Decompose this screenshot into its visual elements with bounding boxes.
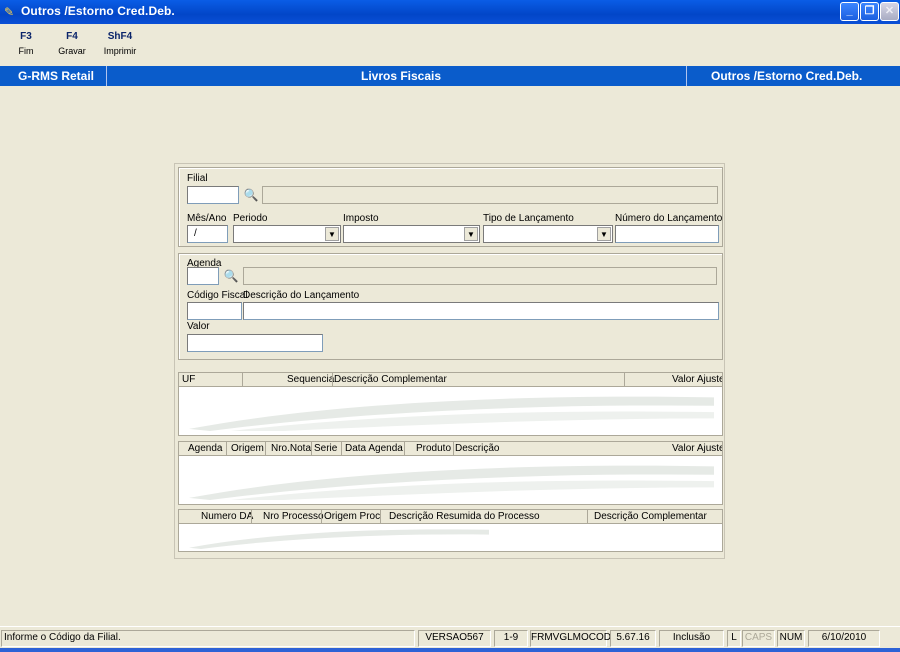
chevron-down-icon[interactable]: ▼ <box>597 227 611 241</box>
periodo-select[interactable]: ▼ <box>233 225 341 243</box>
column-header[interactable]: Data Agenda <box>345 443 403 454</box>
filial-name-display <box>262 186 718 204</box>
fkey-code: F3 <box>20 31 32 42</box>
binoculars-icon[interactable]: 🔍 <box>220 267 242 285</box>
mes-ano-label: Mês/Ano <box>187 213 227 224</box>
grid-header: UF Sequencia Descrição Complementar Valo… <box>179 373 722 387</box>
filial-label: Filial <box>187 173 208 184</box>
status-form-code: FRMVGLMOCOD <box>530 630 611 647</box>
filial-input[interactable] <box>187 186 239 204</box>
column-header[interactable]: Nro.Nota <box>271 443 311 454</box>
chevron-down-icon[interactable]: ▼ <box>325 227 339 241</box>
screen-name: Outros /Estorno Cred.Deb. <box>711 69 863 83</box>
module-header: G-RMS Retail Livros Fiscais Outros /Esto… <box>0 66 900 86</box>
column-header[interactable]: Valor Ajuste <box>672 374 722 385</box>
column-header[interactable]: UF <box>182 374 195 385</box>
lancamento-group: Agenda 🔍 Código Fiscal Descrição do Lanç… <box>178 253 723 360</box>
grid-header: Agenda Origem Nro.Nota Serie Data Agenda… <box>179 442 722 456</box>
grid-header: Numero DA Nro Processo Origem Proc Descr… <box>179 510 722 524</box>
valor-input[interactable] <box>187 334 323 352</box>
main-area: Filial 🔍 Mês/Ano Periodo Imposto Tipo de… <box>0 86 900 626</box>
descricao-lancamento-input[interactable] <box>243 302 719 320</box>
binoculars-icon[interactable]: 🔍 <box>240 186 262 204</box>
uf-grid[interactable]: UF Sequencia Descrição Complementar Valo… <box>178 372 723 436</box>
status-build: 5.67.16 <box>610 630 656 647</box>
fkey-gravar[interactable]: F4 Gravar <box>52 31 92 56</box>
column-header[interactable]: Descrição <box>455 443 499 454</box>
fkey-fim[interactable]: F3 Fim <box>6 31 46 56</box>
status-range: 1-9 <box>494 630 528 647</box>
close-button[interactable]: ✕ <box>880 2 899 21</box>
watermark-swoosh <box>189 529 489 549</box>
minimize-button[interactable]: _ <box>840 2 859 21</box>
chevron-down-icon[interactable]: ▼ <box>464 227 478 241</box>
numero-lancamento-label: Número do Lançamento <box>615 213 723 224</box>
fkey-label: Gravar <box>58 46 86 56</box>
periodo-label: Periodo <box>233 213 268 224</box>
column-header[interactable]: Agenda <box>188 443 222 454</box>
header-divider <box>686 66 687 86</box>
column-header[interactable]: Descrição Complementar <box>334 374 447 385</box>
app-icon: ✎ <box>4 5 15 19</box>
agenda-grid[interactable]: Agenda Origem Nro.Nota Serie Data Agenda… <box>178 441 723 505</box>
fkey-code: ShF4 <box>107 31 133 42</box>
column-header[interactable]: Nro Processo <box>263 511 324 522</box>
status-message: Informe o Código da Filial. <box>1 630 415 647</box>
agenda-name-display <box>243 267 717 285</box>
watermark-swoosh <box>189 465 714 500</box>
restore-button[interactable]: ❐ <box>860 2 879 21</box>
fkey-code: F4 <box>66 31 78 42</box>
numero-lancamento-input[interactable] <box>615 225 719 243</box>
column-header[interactable]: Produto <box>416 443 451 454</box>
status-date: 6/10/2010 <box>808 630 880 647</box>
system-name: G-RMS Retail <box>18 69 95 83</box>
imposto-select[interactable]: ▼ <box>343 225 480 243</box>
column-header[interactable]: Valor Ajuste <box>672 443 722 454</box>
status-mode: Inclusão <box>659 630 724 647</box>
descricao-lancamento-label: Descrição do Lançamento <box>243 290 360 301</box>
column-header[interactable]: Serie <box>314 443 337 454</box>
form-panel: Filial 🔍 Mês/Ano Periodo Imposto Tipo de… <box>174 163 725 559</box>
column-header[interactable]: Descrição Resumida do Processo <box>389 511 540 522</box>
header-divider <box>106 66 107 86</box>
title-bar: ✎ Outros /Estorno Cred.Deb. _ ❐ ✕ <box>0 0 900 24</box>
imposto-label: Imposto <box>343 213 379 224</box>
function-key-bar: F3 Fim F4 Gravar ShF4 Imprimir <box>0 24 900 66</box>
valor-label: Valor <box>187 321 210 332</box>
watermark-swoosh <box>189 396 714 431</box>
taskbar-strip <box>0 648 900 652</box>
column-header[interactable]: Numero DA <box>201 511 253 522</box>
fkey-label: Imprimir <box>103 46 137 56</box>
status-bar: Informe o Código da Filial. VERSAO567 1-… <box>0 626 900 648</box>
column-header[interactable]: Origem Proc <box>324 511 380 522</box>
fkey-imprimir[interactable]: ShF4 Imprimir <box>100 31 140 56</box>
status-l-indicator: L <box>727 630 741 647</box>
agenda-input[interactable] <box>187 267 219 285</box>
column-header[interactable]: Descrição Complementar <box>594 511 707 522</box>
num-lock-indicator: NUM <box>777 630 805 647</box>
column-header[interactable]: Origem <box>231 443 264 454</box>
fkey-label: Fim <box>18 46 34 56</box>
caps-lock-indicator: CAPS <box>742 630 775 647</box>
codigo-fiscal-label: Código Fiscal <box>187 290 248 301</box>
codigo-fiscal-input[interactable] <box>187 302 242 320</box>
window-title: Outros /Estorno Cred.Deb. <box>21 4 175 18</box>
tipo-lancamento-label: Tipo de Lançamento <box>483 213 574 224</box>
status-version: VERSAO567 <box>418 630 491 647</box>
tipo-lancamento-select[interactable]: ▼ <box>483 225 613 243</box>
column-header[interactable]: Sequencia <box>287 374 334 385</box>
module-name: Livros Fiscais <box>361 69 442 83</box>
processo-grid[interactable]: Numero DA Nro Processo Origem Proc Descr… <box>178 509 723 552</box>
filter-group: Filial 🔍 Mês/Ano Periodo Imposto Tipo de… <box>178 167 723 247</box>
mes-ano-input[interactable]: / <box>187 225 228 243</box>
